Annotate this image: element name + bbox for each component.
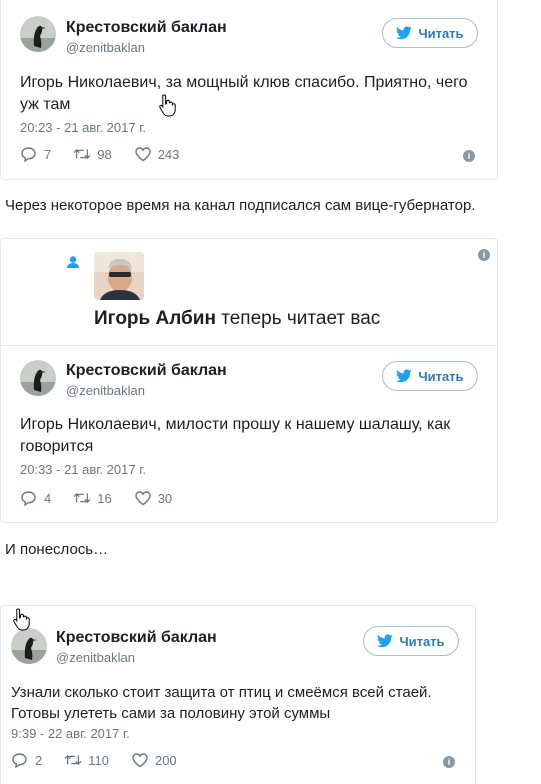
retweet-button[interactable]: 110 xyxy=(64,752,109,768)
like-button[interactable]: 243 xyxy=(134,146,180,162)
reply-count: 2 xyxy=(35,752,43,768)
tweet-text-line: Игорь Николаевич, милости прошу к нашему… xyxy=(20,416,451,433)
tweet-text-line: уж там xyxy=(20,96,71,113)
reply-icon xyxy=(21,491,36,506)
twitter-bird-icon xyxy=(396,26,413,40)
author-handle[interactable]: @zenitbaklan xyxy=(56,650,135,665)
tweet-timestamp[interactable]: 20:33 - 21 авг. 2017 г. xyxy=(20,462,146,477)
author-name[interactable]: Крестовский баклан xyxy=(66,362,227,380)
twitter-bird-icon xyxy=(377,634,394,648)
follow-label: Читать xyxy=(418,368,464,384)
reply-button[interactable]: 4 xyxy=(20,490,51,506)
reply-count: 4 xyxy=(44,490,52,506)
retweet-count: 110 xyxy=(88,752,109,768)
reply-button[interactable]: 7 xyxy=(20,146,51,162)
heart-icon xyxy=(132,753,148,768)
caption: И понеслось… xyxy=(5,541,109,558)
follow-notification-text: Игорь Албин теперь читает вас xyxy=(94,308,380,330)
retweet-count: 16 xyxy=(97,490,112,506)
info-icon[interactable]: i xyxy=(463,150,475,162)
like-count: 243 xyxy=(157,146,180,162)
tweet-actions: 7 98 243 xyxy=(20,146,201,162)
follow-button[interactable]: Читать xyxy=(382,361,478,391)
info-icon[interactable]: i xyxy=(478,249,490,261)
retweet-count: 98 xyxy=(97,146,112,162)
tweet-actions: 2 110 200 xyxy=(11,752,199,768)
tweet-text-line: Игорь Николаевич, за мощный клюв спасибо… xyxy=(20,74,468,91)
follower-avatar[interactable] xyxy=(94,252,144,300)
tweet-timestamp[interactable]: 9:39 - 22 авг. 2017 г. xyxy=(11,726,130,741)
tweet-actions: 4 16 30 xyxy=(20,490,194,506)
like-count: 200 xyxy=(154,752,177,768)
follow-button[interactable]: Читать xyxy=(363,626,459,656)
reply-icon xyxy=(21,147,36,162)
tweet-text-line: Готовы улететь сами за половину этой сум… xyxy=(11,705,331,722)
retweet-icon xyxy=(73,493,91,503)
author-handle[interactable]: @zenitbaklan xyxy=(66,40,145,55)
like-count: 30 xyxy=(157,490,173,506)
retweet-button[interactable]: 16 xyxy=(73,490,112,506)
follower-name[interactable]: Игорь Албин xyxy=(94,308,216,329)
avatar[interactable] xyxy=(20,16,56,52)
caption: Через некоторое время на канал подписалс… xyxy=(5,197,476,214)
tweet-timestamp[interactable]: 20:23 - 21 авг. 2017 г. xyxy=(20,120,146,135)
follow-label: Читать xyxy=(418,25,464,41)
retweet-button[interactable]: 98 xyxy=(73,146,112,162)
reply-icon xyxy=(12,753,27,768)
person-icon xyxy=(67,256,79,268)
heart-icon xyxy=(135,491,151,506)
follow-button[interactable]: Читать xyxy=(382,18,478,48)
retweet-icon xyxy=(73,149,91,159)
tweet-card: Крестовский баклан @zenitbaklan Читать И… xyxy=(0,346,498,523)
like-button[interactable]: 30 xyxy=(134,490,172,506)
follow-notification-card: Игорь Албин теперь читает вас i xyxy=(0,238,498,346)
hand-cursor-icon xyxy=(12,607,32,636)
reply-button[interactable]: 2 xyxy=(11,752,42,768)
tweet-card: Крестовский баклан @zenitbaklan Читать У… xyxy=(0,605,476,784)
info-icon[interactable]: i xyxy=(443,756,455,768)
hand-cursor-icon xyxy=(158,93,178,122)
heart-icon xyxy=(135,147,151,162)
tweet-text-line: говорится xyxy=(20,438,94,455)
reply-count: 7 xyxy=(44,146,52,162)
tweet-card: Крестовский баклан @zenitbaklan Читать И… xyxy=(0,0,498,180)
follow-text: теперь читает вас xyxy=(221,308,381,329)
author-name[interactable]: Крестовский баклан xyxy=(66,19,227,37)
avatar[interactable] xyxy=(20,360,56,396)
author-name[interactable]: Крестовский баклан xyxy=(56,629,217,647)
retweet-icon xyxy=(64,755,82,765)
follow-label: Читать xyxy=(399,633,445,649)
twitter-bird-icon xyxy=(396,369,413,383)
like-button[interactable]: 200 xyxy=(131,752,177,768)
author-handle[interactable]: @zenitbaklan xyxy=(66,383,145,398)
tweet-text-line: Узнали сколько стоит защита от птиц и см… xyxy=(11,684,432,701)
